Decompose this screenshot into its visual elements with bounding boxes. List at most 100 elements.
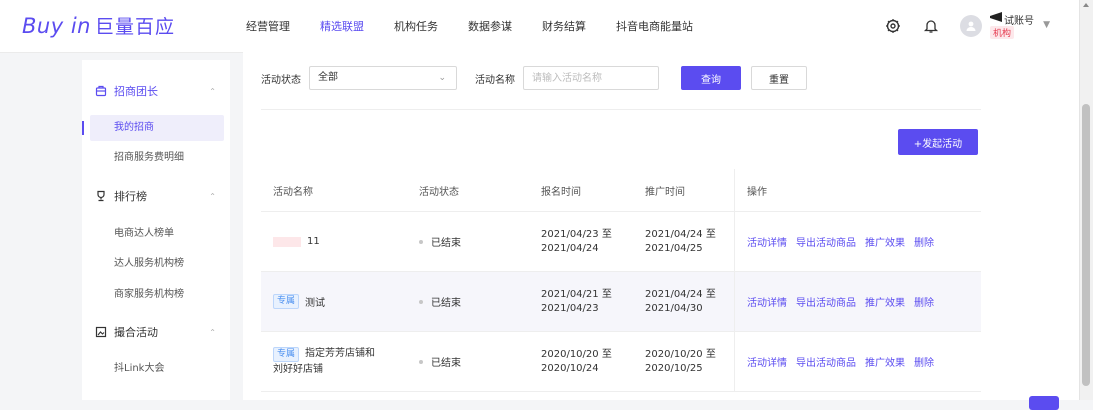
signup-time-cell: 2021/04/23 至 2021/04/24 (541, 212, 641, 271)
main-panel: 活动状态 全部 ⌄ 活动名称 查询 重置 +发起活动 活动名称 活动状态 报名时… (243, 52, 1079, 410)
bell-icon[interactable] (920, 15, 942, 37)
actions-cell: 活动详情 导出活动商品 推广效果 删除 (747, 332, 981, 391)
vertical-scrollbar[interactable] (1079, 0, 1093, 400)
sidebar-item-my-recruitment[interactable]: 我的招商 (82, 115, 224, 141)
activity-name-cell: 专属 指定芳芳店铺和 刘好好店铺 (273, 332, 413, 391)
promo-start: 2020/10/20 至 (645, 348, 716, 360)
top-right-tools: 试账号 机构 ▼ (866, 12, 1050, 40)
activity-name-input[interactable] (523, 66, 659, 90)
sidebar-group-merchant-leader[interactable]: 招商团长 ⌃ (82, 78, 230, 104)
column-divider (734, 212, 735, 271)
user-menu[interactable]: 试账号 机构 ▼ (990, 12, 1050, 40)
status-dot-icon (419, 239, 423, 244)
reset-button[interactable]: 重置 (751, 66, 807, 90)
promo-effect-link[interactable]: 推广效果 (865, 234, 905, 249)
promo-start: 2021/04/24 至 (645, 228, 716, 240)
nav-item-ecommerce-energy-station[interactable]: 抖音电商能量站 (616, 18, 693, 34)
filter-bar: 活动状态 全部 ⌄ 活动名称 查询 重置 (261, 65, 807, 91)
query-button[interactable]: 查询 (681, 66, 741, 90)
column-header-promo-time: 推广时间 (645, 186, 685, 198)
nav-item-finance-settlement[interactable]: 财务结算 (542, 18, 586, 34)
activity-details-link[interactable]: 活动详情 (747, 234, 787, 249)
redacted-block (273, 236, 301, 247)
status-text: 已结束 (431, 238, 461, 249)
column-header-name: 活动名称 (273, 186, 313, 198)
trophy-icon (94, 189, 108, 203)
table-row: 专属 测试 已结束 2021/04/21 至 2021/04/23 2021/04… (261, 272, 981, 332)
delete-link[interactable]: 删除 (914, 354, 934, 369)
export-products-link[interactable]: 导出活动商品 (796, 354, 856, 369)
table-row: 11 已结束 2021/04/23 至 2021/04/24 2021/04/24… (261, 212, 981, 272)
column-header-actions: 操作 (747, 186, 767, 198)
activity-name-cell: 专属 测试 (273, 272, 413, 331)
user-icon (966, 21, 976, 31)
activity-name-line2: 刘好好店铺 (273, 364, 323, 375)
delete-link[interactable]: 删除 (914, 294, 934, 309)
sidebar-item-douLink-conference[interactable]: 抖Link大会 (90, 356, 224, 382)
logo-text-en: Buy in (22, 14, 91, 38)
column-divider (734, 169, 735, 211)
logo-text-cn: 巨量百应 (94, 16, 175, 38)
divider (261, 109, 981, 110)
column-header-signup-time: 报名时间 (541, 186, 581, 198)
chevron-up-icon: ⌃ (209, 191, 216, 201)
launch-activity-button[interactable]: +发起活动 (898, 129, 978, 155)
nav-item-business-management[interactable]: 经营管理 (246, 18, 290, 34)
sidebar: 招商团长 ⌃ 我的招商 招商服务费明细 排行榜 ⌃ 电商达人榜单 达人服务机构榜… (82, 60, 230, 400)
signup-time-cell: 2020/10/20 至 2020/10/24 (541, 332, 641, 391)
exclusive-tag: 专属 (273, 294, 300, 309)
scroll-up-arrow-icon[interactable] (1083, 3, 1089, 7)
nav-item-agency-tasks[interactable]: 机构任务 (394, 18, 438, 34)
signup-start: 2020/10/20 至 (541, 348, 612, 360)
promo-effect-link[interactable]: 推广效果 (865, 294, 905, 309)
floating-help-button[interactable] (1029, 396, 1059, 410)
nav-item-data-advisor[interactable]: 数据参谋 (468, 18, 512, 34)
status-cell: 已结束 (419, 272, 529, 331)
promo-end: 2021/04/25 (645, 242, 703, 254)
name-filter-label: 活动名称 (475, 74, 515, 86)
column-divider (734, 332, 735, 391)
activity-details-link[interactable]: 活动详情 (747, 354, 787, 369)
signup-end: 2020/10/24 (541, 362, 599, 374)
table-header-row: 活动名称 活动状态 报名时间 推广时间 操作 (261, 169, 981, 212)
lock-icon (94, 84, 108, 98)
activity-details-link[interactable]: 活动详情 (747, 294, 787, 309)
activity-name: 指定芳芳店铺和 (305, 348, 376, 359)
promo-time-cell: 2021/04/24 至 2021/04/30 (645, 272, 735, 331)
signup-start: 2021/04/23 至 (541, 228, 612, 240)
sidebar-group-matchmaking[interactable]: 撮合活动 ⌃ (82, 319, 230, 345)
status-select[interactable]: 全部 ⌄ (309, 66, 457, 90)
actions-cell: 活动详情 导出活动商品 推广效果 删除 (747, 212, 981, 271)
gear-icon[interactable] (882, 15, 904, 37)
activity-name: 测试 (305, 298, 326, 309)
sidebar-item-merchant-agency-ranking[interactable]: 商家服务机构榜 (90, 282, 224, 308)
scrollbar-thumb[interactable] (1082, 104, 1090, 386)
avatar[interactable] (960, 15, 982, 37)
sidebar-group-rankings[interactable]: 排行榜 ⌃ (82, 183, 230, 209)
sidebar-item-service-fee-details[interactable]: 招商服务费明细 (90, 145, 224, 171)
signup-start: 2021/04/21 至 (541, 288, 612, 300)
promo-end: 2020/10/25 (645, 362, 703, 374)
app-logo[interactable]: Buy in 巨量百应 (22, 12, 175, 40)
promo-time-cell: 2021/04/24 至 2021/04/25 (645, 212, 735, 271)
sidebar-group-label: 排行榜 (114, 190, 147, 203)
export-products-link[interactable]: 导出活动商品 (796, 294, 856, 309)
user-badge-icon (990, 12, 1002, 22)
delete-link[interactable]: 删除 (914, 234, 934, 249)
activity-name-cell: 11 (273, 212, 413, 271)
exclusive-tag: 专属 (273, 347, 300, 362)
table-row: 专属 指定芳芳店铺和 刘好好店铺 已结束 2020/10/20 至 2020/10/… (261, 332, 981, 392)
export-products-link[interactable]: 导出活动商品 (796, 234, 856, 249)
top-navigation-bar: Buy in 巨量百应 经营管理 精选联盟 机构任务 数据参谋 财务结算 抖音电商… (0, 0, 1080, 53)
sidebar-item-creator-agency-ranking[interactable]: 达人服务机构榜 (90, 251, 224, 277)
actions-cell: 活动详情 导出活动商品 推广效果 删除 (747, 272, 981, 331)
nav-item-selected-alliance[interactable]: 精选联盟 (320, 18, 364, 34)
promo-effect-link[interactable]: 推广效果 (865, 354, 905, 369)
status-select-value: 全部 (318, 72, 338, 83)
activity-name: 11 (307, 236, 320, 247)
sidebar-group-label: 招商团长 (114, 85, 158, 98)
activity-table: 活动名称 活动状态 报名时间 推广时间 操作 11 已结束 2021/04/23… (261, 169, 981, 392)
chevron-up-icon: ⌃ (209, 86, 216, 96)
status-cell: 已结束 (419, 212, 529, 271)
sidebar-item-creator-ranking[interactable]: 电商达人榜单 (90, 221, 224, 247)
